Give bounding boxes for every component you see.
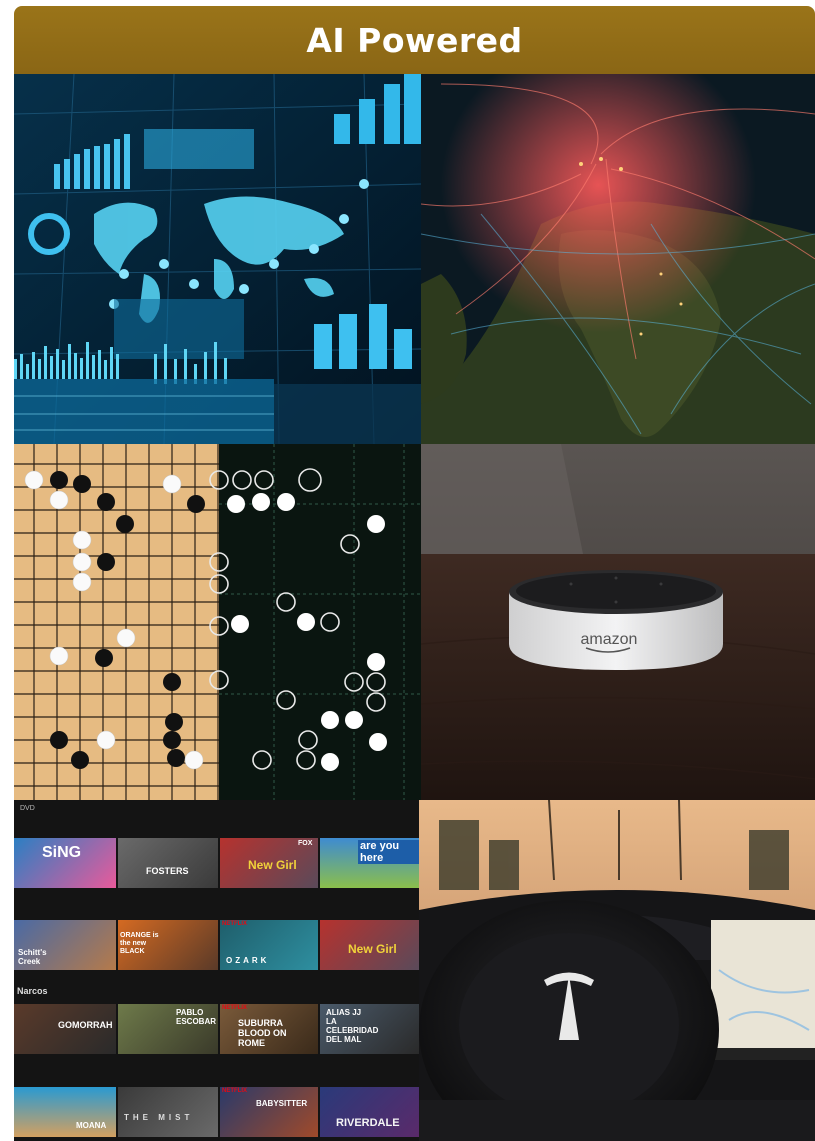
streaming-catalog-screenshot: DVD Narcos SiNG FOSTERS FOX New Girl are… (14, 800, 419, 1141)
poster-riverdale[interactable]: RIVERDALE (320, 1087, 419, 1137)
poster-are-you-here[interactable]: are you here (320, 838, 419, 888)
analytics-dashboard-photo (14, 74, 421, 444)
page-container: AI Powered amazon DVD Narcos SiNG FOSTER… (14, 6, 815, 1141)
header-banner: AI Powered (14, 6, 815, 74)
self-driving-car-photo (419, 800, 815, 1141)
poster-suburra[interactable]: NETFLIX SUBURRA BLOOD ON ROME (220, 1004, 318, 1054)
go-board-photo (14, 444, 421, 800)
smart-speaker-photo: amazon (421, 444, 815, 800)
poster-gomorrah[interactable]: GOMORRAH (14, 1004, 116, 1054)
speaker-brand-text: amazon (581, 631, 638, 648)
poster-new-girl-2[interactable]: New Girl (320, 920, 419, 970)
poster-alias-jj[interactable]: ALIAS JJ LA CELEBRIDAD DEL MAL (320, 1004, 419, 1054)
page-title: AI Powered (306, 20, 523, 60)
section-label-top: DVD (20, 805, 35, 812)
poster-sing[interactable]: SiNG (14, 838, 116, 888)
poster-fosters[interactable]: FOSTERS (118, 838, 218, 888)
section-label-narcos: Narcos (17, 986, 48, 996)
poster-pablo-escobar[interactable]: PABLO ESCOBAR (118, 1004, 218, 1054)
poster-new-girl[interactable]: FOX New Girl (220, 838, 318, 888)
poster-babysitter[interactable]: NETFLIX BABYSITTER (220, 1087, 318, 1137)
poster-ozark[interactable]: NETFLIX OZARK (220, 920, 318, 970)
poster-moana[interactable]: MOANA (14, 1087, 116, 1137)
poster-the-mist[interactable]: THE MIST (118, 1087, 218, 1137)
poster-orange-is-the-new-black[interactable]: ORANGE is the new BLACK (118, 920, 218, 970)
poster-schitts-creek[interactable]: Schitt's Creek (14, 920, 116, 970)
global-network-map-photo (421, 74, 815, 444)
